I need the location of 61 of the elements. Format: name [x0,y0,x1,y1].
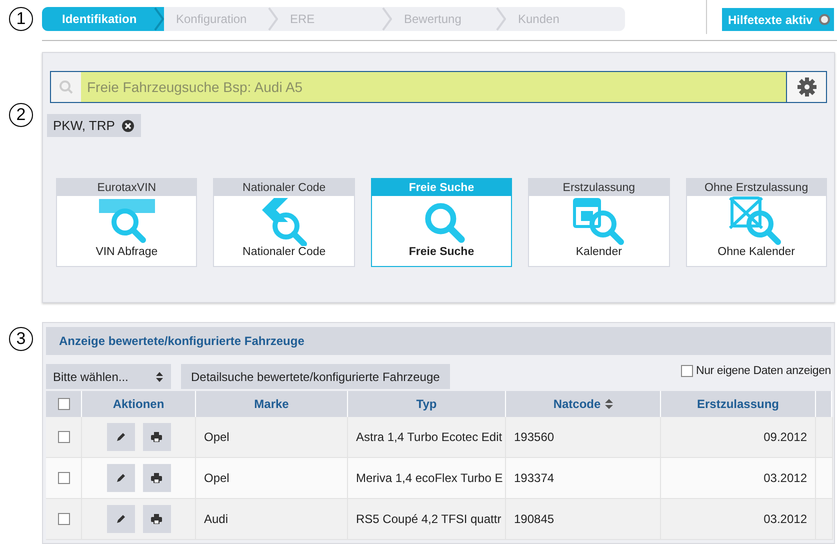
column-header[interactable]: Typ [348,391,506,417]
step-number: 1 [9,7,33,31]
help-toggle[interactable]: Hilfetexte aktiv [721,7,835,32]
table-cell: 03.2012 [661,499,816,540]
tag-label: PKW, TRP [53,118,115,133]
edit-button[interactable] [106,423,134,451]
column-header[interactable]: Aktionen [82,391,196,417]
select-all-checkbox[interactable] [58,398,70,410]
row-checkbox[interactable] [58,472,70,484]
table-cell: Audi [196,499,348,540]
chevron-icon [154,7,164,31]
remove-icon[interactable] [122,120,134,132]
table-cell: 193560 [506,417,661,458]
printer-icon [151,432,162,442]
search-mode-card[interactable]: Erstzulassung Kalender [528,178,670,267]
search-icon [59,80,73,94]
column-header[interactable]: Erstzulassung [661,391,816,417]
select-dropdown[interactable]: Bitte wählen... [46,364,171,389]
table-cell: Astra 1,4 Turbo Ecotec Edit [348,417,506,458]
chevron-icon [382,7,392,31]
edit-button[interactable] [106,464,134,492]
wizard-step[interactable]: Identifikation [42,7,164,31]
edit-button[interactable] [106,505,134,533]
vin-search-icon [96,196,157,246]
search-mode-card[interactable]: Ohne Erstzulassung Ohne Kalender [686,178,828,267]
checkbox-label: Nur eigene Daten anzeigen [696,365,831,377]
step-number: 2 [9,103,33,127]
pencil-icon [116,473,126,483]
print-button[interactable] [142,423,170,451]
pencil-icon [116,514,126,524]
chevron-icon [496,7,506,31]
search-mode-card[interactable]: EurotaxVIN VIN Abfrage [56,178,198,267]
search-mode-card[interactable]: Nationaler Code Nationaler Code [213,178,355,267]
table-cell: 193374 [506,458,661,499]
print-button[interactable] [142,505,170,533]
detail-search-button[interactable]: Detailsuche bewertete/konfigurierte Fahrzeuge [181,364,450,389]
table-cell: RS5 Coupé 4,2 TFSI quattr [348,499,506,540]
row-checkbox[interactable] [58,513,70,525]
printer-icon [151,473,162,483]
print-button[interactable] [142,464,170,492]
checkbox[interactable] [680,365,693,377]
table-cell: Opel [196,458,348,499]
pencil-icon [116,432,126,442]
search-field[interactable]: Freie Fahrzeugsuche Bsp: Audi A5 [50,71,827,103]
table-cell: 09.2012 [661,417,816,458]
table-cell: 190845 [506,499,661,540]
table-cell: Opel [196,417,348,458]
chevron-icon [268,7,278,31]
table-cell: Meriva 1,4 ecoFlex Turbo E [348,458,506,499]
table-cell: 03.2012 [661,458,816,499]
step-number: 3 [9,327,33,351]
column-header[interactable]: Natcode [506,391,661,417]
printer-icon [151,514,162,524]
section-title: Anzeige bewertete/konfigurierte Fahrzeuge [59,334,304,348]
settings-button[interactable] [786,72,826,102]
settings-icon [796,77,816,97]
row-checkbox[interactable] [58,431,70,443]
search-mode-card[interactable]: Freie Suche Freie Suche [370,178,512,267]
column-header[interactable]: Marke [196,391,348,417]
sort-caret-icon [156,372,163,382]
sort-icon [604,399,613,409]
